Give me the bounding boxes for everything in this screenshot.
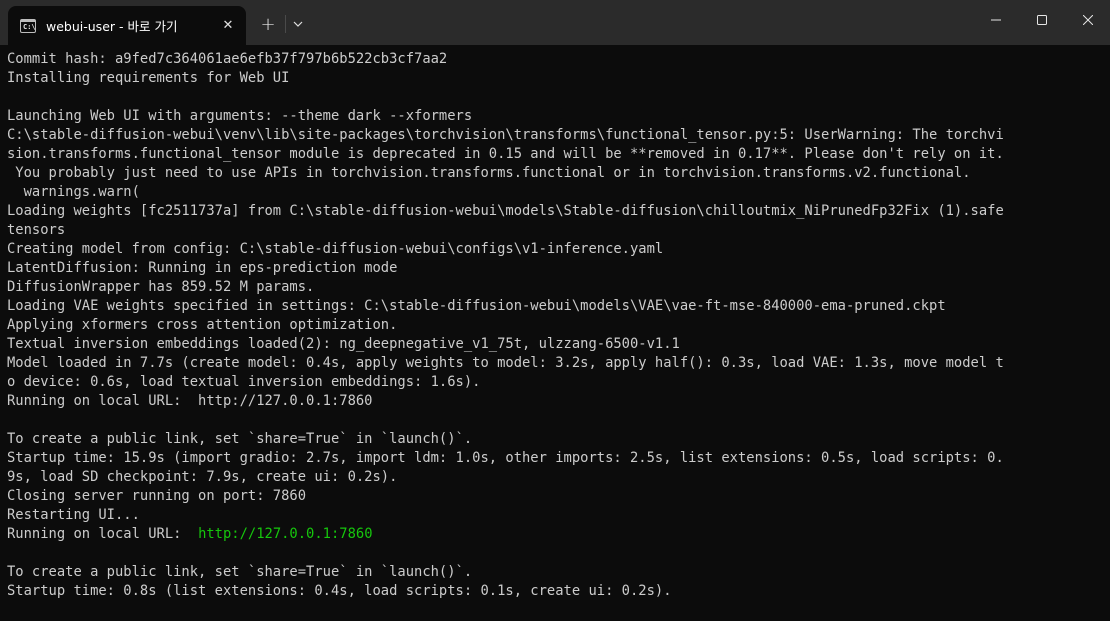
plus-icon: + [260, 13, 276, 35]
terminal-output[interactable]: Commit hash: a9fed7c364061ae6efb37f797b6… [7, 50, 1110, 601]
terminal-line: Loading VAE weights specified in setting… [7, 298, 946, 314]
close-icon: ✕ [222, 18, 234, 33]
terminal-window: C:\ webui-user - 바로 가기 ✕ + Commit hash: … [0, 0, 1110, 621]
terminal-line: Launching Web UI with arguments: --theme… [7, 108, 473, 124]
title-bar: C:\ webui-user - 바로 가기 ✕ + [0, 0, 1110, 45]
maximize-icon [1037, 15, 1047, 25]
window-close-button[interactable] [1065, 0, 1110, 40]
terminal-line: sion.transforms.functional_tensor module… [7, 146, 1004, 162]
minimize-icon [991, 19, 1001, 21]
terminal-icon-text: C:\ [23, 22, 36, 31]
terminal-line: Restarting UI... [7, 507, 140, 523]
tab-dropdown-button[interactable] [289, 12, 307, 36]
terminal-line: Model loaded in 7.7s (create model: 0.4s… [7, 355, 1004, 371]
tab-title: webui-user - 바로 가기 [46, 19, 178, 34]
terminal-line: o device: 0.6s, load textual inversion e… [7, 374, 481, 390]
terminal-line: Startup time: 0.8s (list extensions: 0.4… [7, 583, 672, 599]
terminal-line: To create a public link, set `share=True… [7, 564, 473, 580]
terminal-line: Closing server running on port: 7860 [7, 488, 307, 504]
tab-webui-user[interactable]: C:\ webui-user - 바로 가기 ✕ [8, 6, 246, 45]
new-tab-button[interactable]: + [256, 12, 280, 36]
terminal-line: C:\stable-diffusion-webui\venv\lib\site-… [7, 127, 1004, 143]
terminal-line: Loading weights [fc2511737a] from C:\sta… [7, 203, 1004, 219]
terminal-icon: C:\ [20, 18, 36, 33]
terminal-line: Applying xformers cross attention optimi… [7, 317, 398, 333]
terminal-line: LatentDiffusion: Running in eps-predicti… [7, 260, 398, 276]
terminal-line: To create a public link, set `share=True… [7, 431, 473, 447]
url-prefix: Running on local URL: [7, 526, 199, 542]
local-url-link[interactable]: http://127.0.0.1:7860 [198, 526, 372, 542]
terminal-line: warnings.warn( [7, 184, 140, 200]
tab-divider [285, 15, 286, 33]
terminal-line: Commit hash: a9fed7c364061ae6efb37f797b6… [7, 51, 448, 67]
terminal-line: Creating model from config: C:\stable-di… [7, 241, 664, 257]
terminal-line-url: Running on local URL: http://127.0.0.1:7… [7, 525, 1110, 544]
terminal-line: DiffusionWrapper has 859.52 M params. [7, 279, 315, 295]
terminal-line: Installing requirements for Web UI [7, 70, 290, 86]
terminal-line: You probably just need to use APIs in to… [7, 165, 971, 181]
terminal-line: Textual inversion embeddings loaded(2): … [7, 336, 680, 352]
minimize-button[interactable] [973, 0, 1019, 40]
terminal-line: Startup time: 15.9s (import gradio: 2.7s… [7, 450, 1004, 466]
maximize-button[interactable] [1019, 0, 1065, 40]
terminal-line: Running on local URL: http://127.0.0.1:7… [7, 393, 373, 409]
close-icon [1083, 15, 1093, 25]
terminal-line: 9s, load SD checkpoint: 7.9s, create ui:… [7, 469, 398, 485]
terminal-line: tensors [7, 222, 66, 238]
chevron-down-icon [293, 21, 303, 27]
tab-close-button[interactable]: ✕ [214, 12, 242, 40]
